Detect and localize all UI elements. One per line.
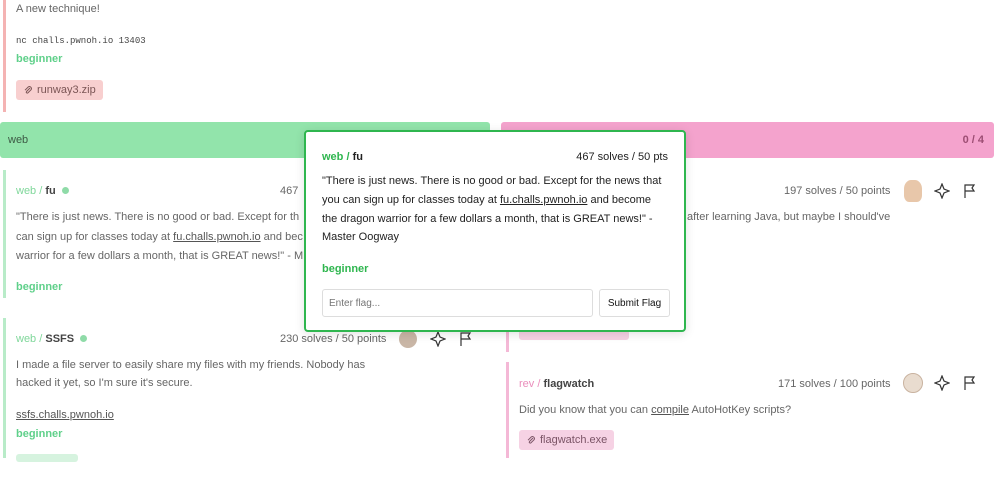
challenge-name: SSFS xyxy=(45,333,75,345)
flagwatch-card-stats: 171 solves / 100 points xyxy=(778,378,891,390)
modal-desc-line4: Master Oogway xyxy=(322,231,400,243)
modal-title: web / fu xyxy=(322,151,363,163)
paperclip-icon xyxy=(23,85,33,95)
fu-card-desc-line3: warrior for a few dollars a month, that … xyxy=(16,250,304,262)
flag-input[interactable] xyxy=(322,289,593,317)
top-card-attachment[interactable]: runway3.zip xyxy=(16,80,103,100)
hint-sparkle-icon[interactable] xyxy=(934,183,950,199)
fu-card-title[interactable]: web / fu xyxy=(16,185,69,197)
attachment-label: flagwatch.exe xyxy=(540,434,608,446)
hint-sparkle-icon[interactable] xyxy=(934,375,950,391)
ssfs-card-link[interactable]: ssfs.challs.pwnoh.io xyxy=(16,409,114,421)
attachment-label: runway3.zip xyxy=(37,84,96,96)
avatar xyxy=(903,373,923,393)
flagwatch-card-border xyxy=(506,362,509,458)
category-label: rev xyxy=(519,378,535,390)
category-label: web xyxy=(16,185,37,197)
challenge-name: flagwatch xyxy=(543,378,595,390)
title-separator: / xyxy=(537,378,541,390)
challenge-name: fu xyxy=(45,185,56,197)
flagwatch-card-description: Did you know that you can compile AutoHo… xyxy=(519,404,792,416)
top-card-description: A new technique! xyxy=(16,3,100,15)
challenge-name: fu xyxy=(352,151,363,163)
right-card1-description: after learning Java, but maybe I should'… xyxy=(687,211,891,223)
category-label: web xyxy=(16,333,37,345)
fu-card-desc-line2: can sign up for classes today at fu.chal… xyxy=(16,231,303,243)
ssfs-card-stats: 230 solves / 50 points xyxy=(280,333,387,345)
web-category-label: web xyxy=(8,134,29,146)
fu-card-difficulty: beginner xyxy=(16,281,63,293)
right-card1-stats: 197 solves / 50 points xyxy=(784,185,891,197)
flagwatch-card-title[interactable]: rev / flagwatch xyxy=(519,378,594,390)
top-card-connection: nc challs.pwnoh.io 13403 xyxy=(16,36,146,46)
rev-category-progress: 0 / 4 xyxy=(962,134,984,146)
title-separator: / xyxy=(346,151,350,163)
hint-sparkle-icon[interactable] xyxy=(430,331,446,347)
flag-icon[interactable] xyxy=(963,375,977,391)
modal-difficulty: beginner xyxy=(322,263,369,275)
title-separator: / xyxy=(39,185,43,197)
paperclip-icon xyxy=(526,435,536,445)
modal-desc-line1: "There is just news. There is no good or… xyxy=(322,175,662,187)
ssfs-card-desc-line2: hacked it yet, so I'm sure it's secure. xyxy=(16,377,193,389)
solved-indicator xyxy=(61,187,69,194)
flagwatch-attachment[interactable]: flagwatch.exe xyxy=(519,430,615,450)
submit-flag-button[interactable]: Submit Flag xyxy=(599,289,670,317)
modal-link[interactable]: fu.challs.pwnoh.io xyxy=(500,194,587,206)
fu-card-solves: 467 xyxy=(280,185,299,197)
ssfs-card-title[interactable]: web / SSFS xyxy=(16,333,88,345)
category-label: web xyxy=(322,151,344,163)
top-card-difficulty: beginner xyxy=(16,53,63,65)
modal-desc-line2: you can sign up for classes today at fu.… xyxy=(322,194,652,206)
modal-stats: 467 solves / 50 pts xyxy=(576,151,668,163)
fu-card-link[interactable]: fu.challs.pwnoh.io xyxy=(173,231,260,243)
ssfs-card-desc-line1: I made a file server to easily share my … xyxy=(16,359,366,371)
solved-indicator xyxy=(80,335,88,342)
challenge-modal: web / fu 467 solves / 50 pts "There is j… xyxy=(304,130,686,332)
top-card xyxy=(3,0,6,112)
modal-desc-line3: the dragon warrior for a few dollars a m… xyxy=(322,213,653,225)
avatar xyxy=(399,330,417,348)
ssfs-card-border xyxy=(3,318,6,458)
fu-card-desc-line1: "There is just news. There is no good or… xyxy=(16,211,300,223)
flag-icon[interactable] xyxy=(963,183,977,199)
ssfs-card-difficulty: beginner xyxy=(16,428,63,440)
ssfs-attachment-partial[interactable] xyxy=(16,454,78,462)
title-separator: / xyxy=(39,333,43,345)
compile-link[interactable]: compile xyxy=(651,404,689,416)
avatar xyxy=(904,180,922,202)
flag-icon[interactable] xyxy=(459,331,473,347)
fu-card-border xyxy=(3,170,6,298)
